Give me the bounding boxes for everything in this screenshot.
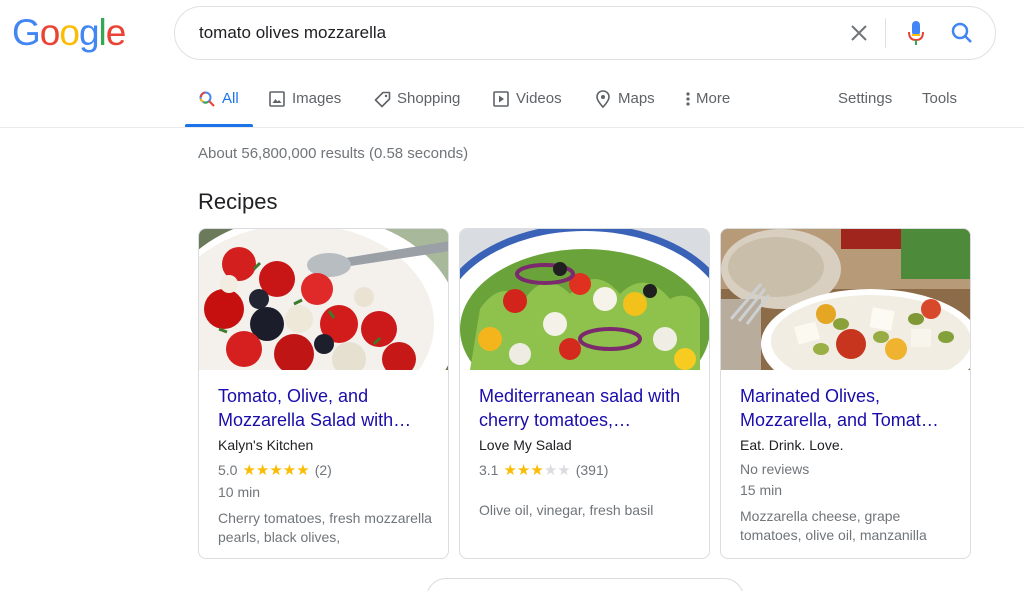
recipe-time: 10 min — [218, 484, 261, 500]
review-count: (391) — [575, 462, 609, 478]
tab-shopping[interactable]: Shopping — [373, 90, 460, 128]
tab-videos[interactable]: Videos — [492, 90, 562, 128]
tab-tools[interactable]: Tools — [922, 90, 957, 128]
tab-label: All — [222, 90, 239, 107]
logo-letter: e — [105, 12, 127, 53]
tab-label: Shopping — [397, 90, 461, 107]
logo-letter: l — [98, 12, 107, 53]
image-icon — [268, 90, 286, 108]
show-more-button[interactable] — [426, 578, 744, 591]
recipe-card[interactable]: Marinated Olives, Mozzarella, and Tomat…… — [720, 228, 971, 559]
recipe-image — [199, 229, 448, 370]
active-tab-indicator — [185, 124, 253, 127]
play-icon — [492, 90, 510, 108]
search-input[interactable]: tomato olives mozzarella — [199, 23, 386, 43]
recipe-ingredients: Mozzarella cheese, grape tomatoes, olive… — [740, 508, 927, 543]
review-count: (2) — [314, 462, 332, 478]
no-reviews: No reviews — [740, 461, 810, 477]
recipe-rating: 5.0 ★★★★★ (2) — [218, 461, 433, 479]
tag-icon — [373, 90, 391, 108]
clear-button[interactable] — [845, 19, 873, 47]
tab-label: Images — [292, 90, 342, 107]
recipe-title[interactable]: Marinated Olives, Mozzarella, and Tomat… — [740, 384, 955, 432]
google-logo[interactable]: Google — [12, 12, 127, 54]
recipe-title[interactable]: Tomato, Olive, and Mozzarella Salad with… — [218, 384, 433, 432]
voice-search-button[interactable] — [902, 19, 930, 47]
rating-value: 5.0 — [218, 462, 238, 478]
mic-icon — [908, 21, 924, 45]
close-icon — [851, 25, 867, 41]
logo-letter: o — [39, 12, 61, 53]
tab-settings[interactable]: Settings — [838, 90, 892, 128]
recipe-source: Eat. Drink. Love. — [740, 437, 844, 453]
star-rating-icon: ★★★★★ — [242, 462, 310, 479]
search-icon — [198, 90, 216, 108]
recipe-ingredients: Olive oil, vinegar, fresh basil — [479, 502, 654, 518]
logo-letter: G — [12, 12, 41, 53]
tab-images[interactable]: Images — [268, 90, 341, 128]
tab-label: Videos — [516, 90, 562, 107]
logo-letter: g — [78, 12, 100, 53]
tab-all[interactable]: All — [198, 90, 239, 128]
tab-more[interactable]: More — [684, 90, 730, 128]
star-rating-icon: ★★★★★ — [503, 462, 571, 479]
search-box[interactable]: tomato olives mozzarella — [174, 6, 996, 60]
recipe-source: Kalyn's Kitchen — [218, 437, 314, 453]
search-button[interactable] — [948, 19, 976, 47]
result-stats: About 56,800,000 results (0.58 seconds) — [198, 145, 469, 162]
recipe-image — [460, 229, 709, 370]
map-pin-icon — [594, 90, 612, 108]
search-tabs: All Images Shopping Videos Maps More Set… — [0, 82, 1024, 128]
tab-maps[interactable]: Maps — [594, 90, 655, 128]
tab-label: More — [696, 90, 731, 107]
recipe-rating: No reviews — [740, 461, 955, 477]
tab-label: Maps — [618, 90, 655, 107]
more-vert-icon — [684, 90, 692, 108]
search-icon — [951, 22, 972, 43]
tab-label: Tools — [922, 90, 958, 107]
recipe-ingredients: Cherry tomatoes, fresh mozzarella pearls… — [218, 510, 432, 545]
logo-letter: o — [59, 12, 80, 53]
recipe-card[interactable]: Tomato, Olive, and Mozzarella Salad with… — [198, 228, 449, 559]
recipe-title[interactable]: Mediterranean salad with cherry tomatoes… — [479, 384, 694, 432]
recipe-source: Love My Salad — [479, 437, 572, 453]
section-title: Recipes — [198, 189, 278, 214]
recipe-rating: 3.1 ★★★★★ (391) — [479, 461, 694, 479]
recipe-card[interactable]: Mediterranean salad with cherry tomatoes… — [459, 228, 710, 559]
recipe-image — [721, 229, 970, 370]
search-divider — [885, 18, 886, 48]
recipe-time: 15 min — [740, 482, 783, 498]
rating-value: 3.1 — [479, 462, 499, 478]
tab-label: Settings — [838, 90, 893, 107]
